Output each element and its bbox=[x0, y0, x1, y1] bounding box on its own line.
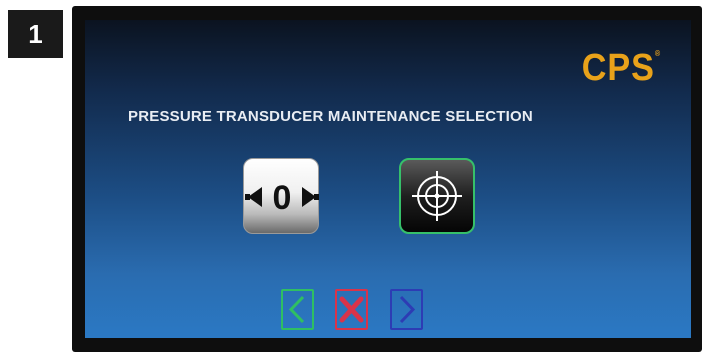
next-chevron-icon bbox=[399, 295, 416, 324]
zero-label: 0 bbox=[273, 179, 292, 217]
back-chevron-icon bbox=[288, 295, 305, 324]
device-screen: CPS® PRESSURE TRANSDUCER MAINTENANCE SEL… bbox=[85, 20, 691, 338]
logo-text: CPS bbox=[581, 47, 655, 89]
cancel-button[interactable] bbox=[335, 289, 368, 330]
step-number-badge: 1 bbox=[8, 10, 63, 58]
zero-icon: 0 bbox=[245, 179, 319, 217]
calibrate-transducer-button[interactable] bbox=[399, 158, 475, 234]
cps-logo: CPS® bbox=[582, 47, 661, 90]
back-button[interactable] bbox=[281, 289, 314, 330]
screen-title: PRESSURE TRANSDUCER MAINTENANCE SELECTIO… bbox=[128, 108, 533, 125]
zero-transducer-button[interactable]: 0 bbox=[243, 158, 319, 234]
next-button[interactable] bbox=[390, 289, 423, 330]
cancel-x-icon bbox=[339, 296, 364, 323]
crosshair-target-icon bbox=[412, 171, 462, 221]
logo-registered-mark: ® bbox=[654, 49, 661, 58]
